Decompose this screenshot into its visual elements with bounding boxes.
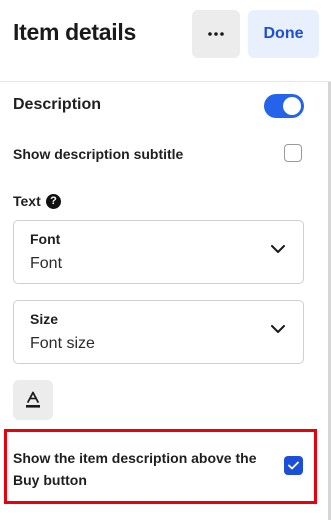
question-circle-icon[interactable]: ? <box>46 194 61 209</box>
font-select-value: Font <box>30 255 63 272</box>
font-select-label: Font <box>30 231 61 247</box>
description-subtitle-checkbox[interactable] <box>284 144 302 162</box>
chevron-down-icon <box>271 245 285 253</box>
font-select[interactable]: Font Font <box>13 220 304 284</box>
text-color-icon <box>26 391 40 408</box>
show-above-buy-label: Show the item description above the Buy … <box>13 450 257 488</box>
checkmark-icon <box>288 461 299 470</box>
description-toggle[interactable] <box>264 94 304 118</box>
size-select-label: Size <box>30 311 59 327</box>
page-title: Item details <box>13 19 136 45</box>
size-select[interactable]: Size Font size <box>13 300 304 364</box>
header: Item details Done <box>0 0 331 82</box>
toggle-knob <box>283 97 301 115</box>
show-above-buy-checkbox[interactable] <box>284 456 303 475</box>
description-subtitle-label: Show description subtitle <box>13 146 184 162</box>
ellipsis-icon <box>208 32 224 36</box>
more-options-button[interactable] <box>192 10 240 58</box>
description-label: Description <box>13 96 102 113</box>
text-section-label: Text <box>13 193 41 209</box>
done-button[interactable]: Done <box>248 10 319 58</box>
text-color-button[interactable] <box>13 380 53 420</box>
chevron-down-icon <box>271 325 285 333</box>
size-select-value: Font size <box>30 335 95 352</box>
